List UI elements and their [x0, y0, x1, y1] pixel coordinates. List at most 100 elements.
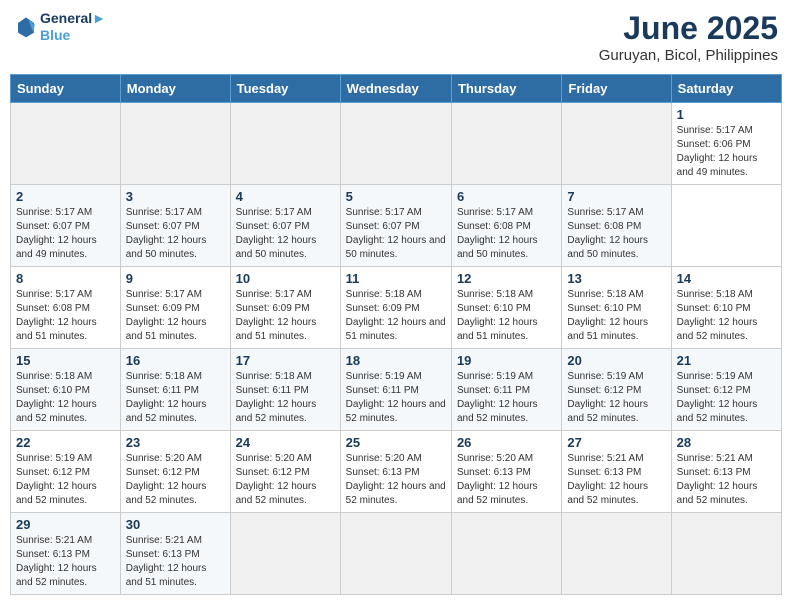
column-header-sunday: Sunday	[11, 75, 121, 103]
day-cell-15: 15 Sunrise: 5:18 AM Sunset: 6:10 PM Dayl…	[11, 349, 121, 431]
day-number: 22	[16, 435, 115, 450]
calendar-table: SundayMondayTuesdayWednesdayThursdayFrid…	[10, 74, 782, 595]
day-info: Sunrise: 5:18 AM Sunset: 6:11 PM Dayligh…	[126, 370, 225, 426]
day-cell-22: 22 Sunrise: 5:19 AM Sunset: 6:12 PM Dayl…	[11, 431, 121, 513]
column-header-wednesday: Wednesday	[340, 75, 451, 103]
day-number: 25	[346, 435, 446, 450]
day-number: 27	[567, 435, 665, 450]
day-cell-21: 21 Sunrise: 5:19 AM Sunset: 6:12 PM Dayl…	[671, 349, 781, 431]
day-number: 11	[346, 271, 446, 286]
day-info: Sunrise: 5:19 AM Sunset: 6:11 PM Dayligh…	[346, 370, 446, 426]
day-number: 9	[126, 271, 225, 286]
empty-cell	[671, 513, 781, 595]
day-cell-9: 9 Sunrise: 5:17 AM Sunset: 6:09 PM Dayli…	[120, 267, 230, 349]
day-info: Sunrise: 5:21 AM Sunset: 6:13 PM Dayligh…	[677, 452, 776, 508]
day-number: 3	[126, 189, 225, 204]
empty-cell	[562, 513, 671, 595]
day-info: Sunrise: 5:17 AM Sunset: 6:08 PM Dayligh…	[567, 206, 665, 262]
day-info: Sunrise: 5:20 AM Sunset: 6:12 PM Dayligh…	[126, 452, 225, 508]
day-number: 12	[457, 271, 556, 286]
day-info: Sunrise: 5:18 AM Sunset: 6:10 PM Dayligh…	[16, 370, 115, 426]
day-number: 28	[677, 435, 776, 450]
day-info: Sunrise: 5:18 AM Sunset: 6:10 PM Dayligh…	[677, 288, 776, 344]
column-header-friday: Friday	[562, 75, 671, 103]
day-cell-18: 18 Sunrise: 5:19 AM Sunset: 6:11 PM Dayl…	[340, 349, 451, 431]
day-number: 2	[16, 189, 115, 204]
day-info: Sunrise: 5:21 AM Sunset: 6:13 PM Dayligh…	[16, 534, 115, 590]
day-number: 26	[457, 435, 556, 450]
empty-cell	[340, 103, 451, 185]
day-info: Sunrise: 5:18 AM Sunset: 6:09 PM Dayligh…	[346, 288, 446, 344]
day-number: 30	[126, 517, 225, 532]
day-cell-4: 4 Sunrise: 5:17 AM Sunset: 6:07 PM Dayli…	[230, 185, 340, 267]
page-header: General► Blue June 2025 Guruyan, Bicol, …	[10, 10, 782, 64]
day-cell-14: 14 Sunrise: 5:18 AM Sunset: 6:10 PM Dayl…	[671, 267, 781, 349]
day-info: Sunrise: 5:17 AM Sunset: 6:07 PM Dayligh…	[346, 206, 446, 262]
empty-cell	[230, 103, 340, 185]
day-cell-25: 25 Sunrise: 5:20 AM Sunset: 6:13 PM Dayl…	[340, 431, 451, 513]
day-info: Sunrise: 5:20 AM Sunset: 6:13 PM Dayligh…	[457, 452, 556, 508]
day-cell-26: 26 Sunrise: 5:20 AM Sunset: 6:13 PM Dayl…	[451, 431, 561, 513]
day-number: 7	[567, 189, 665, 204]
day-cell-13: 13 Sunrise: 5:18 AM Sunset: 6:10 PM Dayl…	[562, 267, 671, 349]
day-info: Sunrise: 5:17 AM Sunset: 6:08 PM Dayligh…	[16, 288, 115, 344]
day-info: Sunrise: 5:18 AM Sunset: 6:10 PM Dayligh…	[457, 288, 556, 344]
day-info: Sunrise: 5:17 AM Sunset: 6:07 PM Dayligh…	[236, 206, 335, 262]
day-cell-23: 23 Sunrise: 5:20 AM Sunset: 6:12 PM Dayl…	[120, 431, 230, 513]
day-cell-5: 5 Sunrise: 5:17 AM Sunset: 6:07 PM Dayli…	[340, 185, 451, 267]
day-info: Sunrise: 5:19 AM Sunset: 6:12 PM Dayligh…	[16, 452, 115, 508]
day-info: Sunrise: 5:17 AM Sunset: 6:07 PM Dayligh…	[16, 206, 115, 262]
day-number: 21	[677, 353, 776, 368]
day-info: Sunrise: 5:20 AM Sunset: 6:13 PM Dayligh…	[346, 452, 446, 508]
week-row-5: 22 Sunrise: 5:19 AM Sunset: 6:12 PM Dayl…	[11, 431, 782, 513]
day-number: 10	[236, 271, 335, 286]
day-number: 23	[126, 435, 225, 450]
day-info: Sunrise: 5:17 AM Sunset: 6:09 PM Dayligh…	[126, 288, 225, 344]
empty-cell	[340, 513, 451, 595]
day-number: 1	[677, 107, 776, 122]
day-info: Sunrise: 5:20 AM Sunset: 6:12 PM Dayligh…	[236, 452, 335, 508]
day-number: 6	[457, 189, 556, 204]
logo-text: General► Blue	[40, 10, 106, 44]
day-cell-1: 1 Sunrise: 5:17 AM Sunset: 6:06 PM Dayli…	[671, 103, 781, 185]
day-number: 5	[346, 189, 446, 204]
empty-cell	[451, 513, 561, 595]
week-row-1: 1 Sunrise: 5:17 AM Sunset: 6:06 PM Dayli…	[11, 103, 782, 185]
day-number: 20	[567, 353, 665, 368]
header-row: SundayMondayTuesdayWednesdayThursdayFrid…	[11, 75, 782, 103]
day-number: 24	[236, 435, 335, 450]
day-number: 15	[16, 353, 115, 368]
week-row-3: 8 Sunrise: 5:17 AM Sunset: 6:08 PM Dayli…	[11, 267, 782, 349]
day-number: 16	[126, 353, 225, 368]
day-cell-17: 17 Sunrise: 5:18 AM Sunset: 6:11 PM Dayl…	[230, 349, 340, 431]
day-info: Sunrise: 5:21 AM Sunset: 6:13 PM Dayligh…	[567, 452, 665, 508]
empty-cell	[451, 103, 561, 185]
logo: General► Blue	[14, 10, 106, 44]
day-cell-8: 8 Sunrise: 5:17 AM Sunset: 6:08 PM Dayli…	[11, 267, 121, 349]
calendar-subtitle: Guruyan, Bicol, Philippines	[599, 47, 778, 64]
day-info: Sunrise: 5:19 AM Sunset: 6:12 PM Dayligh…	[567, 370, 665, 426]
column-header-tuesday: Tuesday	[230, 75, 340, 103]
day-info: Sunrise: 5:18 AM Sunset: 6:10 PM Dayligh…	[567, 288, 665, 344]
day-info: Sunrise: 5:17 AM Sunset: 6:06 PM Dayligh…	[677, 124, 776, 180]
day-info: Sunrise: 5:19 AM Sunset: 6:11 PM Dayligh…	[457, 370, 556, 426]
logo-icon	[14, 15, 38, 39]
empty-cell	[11, 103, 121, 185]
day-number: 18	[346, 353, 446, 368]
day-cell-30: 30 Sunrise: 5:21 AM Sunset: 6:13 PM Dayl…	[120, 513, 230, 595]
day-cell-28: 28 Sunrise: 5:21 AM Sunset: 6:13 PM Dayl…	[671, 431, 781, 513]
day-info: Sunrise: 5:17 AM Sunset: 6:09 PM Dayligh…	[236, 288, 335, 344]
week-row-2: 2 Sunrise: 5:17 AM Sunset: 6:07 PM Dayli…	[11, 185, 782, 267]
day-cell-10: 10 Sunrise: 5:17 AM Sunset: 6:09 PM Dayl…	[230, 267, 340, 349]
day-number: 17	[236, 353, 335, 368]
day-number: 14	[677, 271, 776, 286]
day-info: Sunrise: 5:18 AM Sunset: 6:11 PM Dayligh…	[236, 370, 335, 426]
column-header-monday: Monday	[120, 75, 230, 103]
day-cell-3: 3 Sunrise: 5:17 AM Sunset: 6:07 PM Dayli…	[120, 185, 230, 267]
day-cell-6: 6 Sunrise: 5:17 AM Sunset: 6:08 PM Dayli…	[451, 185, 561, 267]
day-cell-24: 24 Sunrise: 5:20 AM Sunset: 6:12 PM Dayl…	[230, 431, 340, 513]
day-number: 4	[236, 189, 335, 204]
day-cell-7: 7 Sunrise: 5:17 AM Sunset: 6:08 PM Dayli…	[562, 185, 671, 267]
empty-cell	[120, 103, 230, 185]
empty-cell	[562, 103, 671, 185]
